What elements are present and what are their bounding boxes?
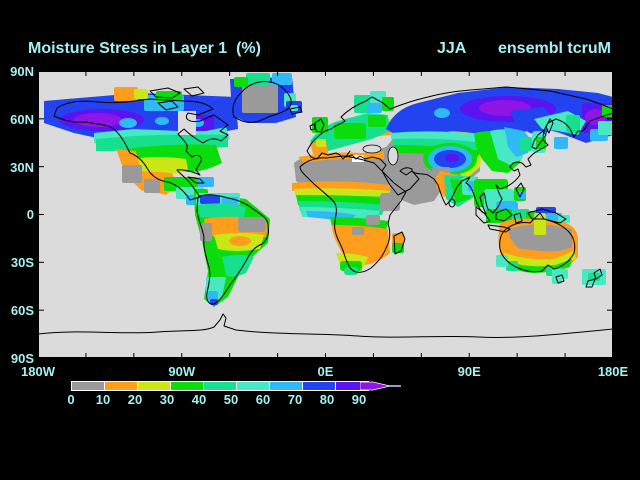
moisture-stress-map	[37, 71, 614, 358]
latitude-tick-label: 60N	[10, 111, 34, 127]
colorbar-tick-label: 80	[319, 392, 335, 407]
run-label: ensembl tcruM	[498, 40, 611, 57]
plot-title: Moisture Stress in Layer 1 (%)	[28, 40, 261, 57]
colorbar-tick-label: 0	[67, 392, 75, 407]
colorbar-tick-label: 90	[351, 392, 367, 407]
longitude-tick-label: 90E	[457, 364, 481, 379]
colorbar	[71, 381, 369, 391]
colorbar-tick-label: 10	[95, 392, 111, 407]
season-label: JJA	[437, 40, 467, 57]
longitude-tick-label: 90W	[168, 364, 196, 379]
colorbar-segment	[72, 382, 105, 390]
colorbar-segment	[138, 382, 171, 390]
plot-window: Moisture Stress in Layer 1 (%) JJA ensem…	[0, 0, 640, 480]
colorbar-tick-label: 40	[191, 392, 207, 407]
colorbar-segment	[237, 382, 270, 390]
colorbar-over-range-arrow	[360, 381, 401, 391]
latitude-tick-label: 30S	[10, 255, 34, 271]
colorbar-segment	[105, 382, 138, 390]
colorbar-segment	[303, 382, 336, 390]
latitude-tick-label: 90N	[10, 64, 34, 79]
world-map-plot	[37, 71, 614, 358]
colorbar-tick-label: 30	[159, 392, 175, 407]
latitude-tick-label: 60S	[10, 303, 34, 319]
colorbar-tick-label: 60	[255, 392, 271, 407]
colorbar-segment	[270, 382, 303, 390]
longitude-tick-label: 0E	[317, 364, 334, 379]
colorbar-tick-label: 20	[127, 392, 143, 407]
longitude-tick-label: 180E	[597, 364, 629, 379]
latitude-tick-label: 0	[26, 207, 34, 223]
colorbar-tick-label: 70	[287, 392, 303, 407]
colorbar-tick-label: 50	[223, 392, 239, 407]
longitude-tick-label: 180W	[21, 364, 55, 379]
latitude-tick-label: 30N	[10, 159, 34, 175]
colorbar-segment	[204, 382, 237, 390]
colorbar-segment	[171, 382, 204, 390]
